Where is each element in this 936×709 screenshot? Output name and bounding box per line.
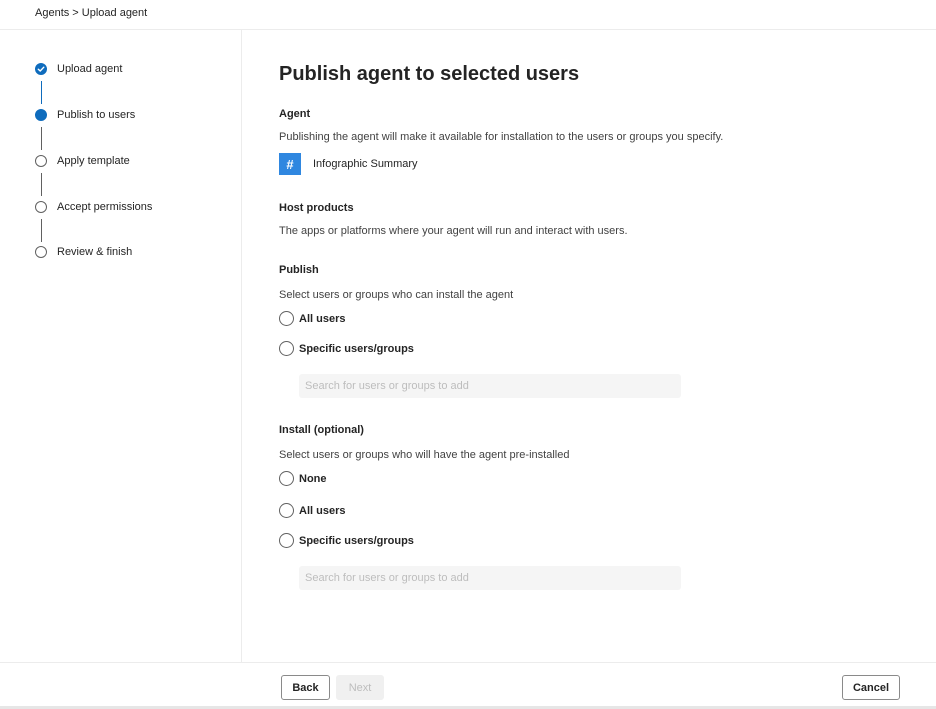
publish-search-input[interactable]: [299, 374, 681, 398]
install-none-radio[interactable]: None: [279, 471, 327, 486]
install-specific-users-radio[interactable]: Specific users/groups: [279, 533, 414, 548]
agent-name: Infographic Summary: [313, 158, 418, 170]
footer-divider: [0, 662, 936, 663]
step-label: Publish to users: [57, 109, 136, 121]
step-label: Upload agent: [57, 63, 123, 75]
agent-section-description: Publishing the agent will make it availa…: [279, 131, 724, 143]
radio-label: All users: [299, 504, 346, 517]
install-all-users-radio[interactable]: All users: [279, 503, 345, 518]
radio-label: Specific users/groups: [299, 342, 414, 355]
publish-specific-users-radio[interactable]: Specific users/groups: [279, 341, 414, 356]
host-products-heading: Host products: [279, 202, 354, 214]
breadcrumb: Agents > Upload agent: [35, 7, 148, 19]
radio-circle-icon[interactable]: [279, 311, 294, 326]
install-section-description: Select users or groups who will have the…: [279, 449, 570, 461]
publish-section-description: Select users or groups who can install t…: [279, 289, 514, 301]
step-apply-template: Apply template: [35, 155, 130, 167]
install-search-input[interactable]: [299, 566, 681, 590]
step-label: Apply template: [57, 155, 130, 167]
agent-section-heading: Agent: [279, 108, 311, 120]
publish-all-users-radio[interactable]: All users: [279, 311, 345, 326]
step-connector: [40, 127, 42, 150]
radio-circle-icon[interactable]: [279, 503, 294, 518]
next-button[interactable]: Next: [336, 675, 384, 700]
step-label: Accept permissions: [57, 201, 153, 213]
radio-label: All users: [299, 312, 346, 325]
wizard-steps-sidebar: [0, 30, 242, 662]
install-section-heading: Install (optional): [279, 424, 364, 436]
radio-circle-icon[interactable]: [279, 341, 294, 356]
step-review-finish: Review & finish: [35, 246, 132, 258]
step-pending-circle-icon: [35, 201, 47, 213]
agent-item: # Infographic Summary: [279, 153, 418, 175]
cancel-button[interactable]: Cancel: [842, 675, 900, 700]
step-current-dot-icon: [35, 109, 47, 121]
host-products-description: The apps or platforms where your agent w…: [279, 225, 628, 237]
step-pending-circle-icon: [35, 246, 47, 258]
step-complete-check-icon: [35, 63, 47, 75]
agent-hash-icon: #: [279, 153, 301, 175]
radio-circle-icon[interactable]: [279, 471, 294, 486]
radio-label: Specific users/groups: [299, 534, 414, 547]
step-accept-permissions: Accept permissions: [35, 201, 152, 213]
step-connector: [40, 219, 42, 242]
page-title: Publish agent to selected users: [279, 63, 580, 85]
step-label: Review & finish: [57, 246, 133, 258]
step-connector: [40, 81, 42, 104]
step-upload-agent: Upload agent: [35, 63, 122, 75]
radio-label: None: [299, 472, 327, 485]
step-pending-circle-icon: [35, 155, 47, 167]
radio-circle-icon[interactable]: [279, 533, 294, 548]
step-connector: [40, 173, 42, 196]
back-button[interactable]: Back: [281, 675, 330, 700]
step-publish-to-users: Publish to users: [35, 109, 135, 121]
publish-section-heading: Publish: [279, 264, 319, 276]
